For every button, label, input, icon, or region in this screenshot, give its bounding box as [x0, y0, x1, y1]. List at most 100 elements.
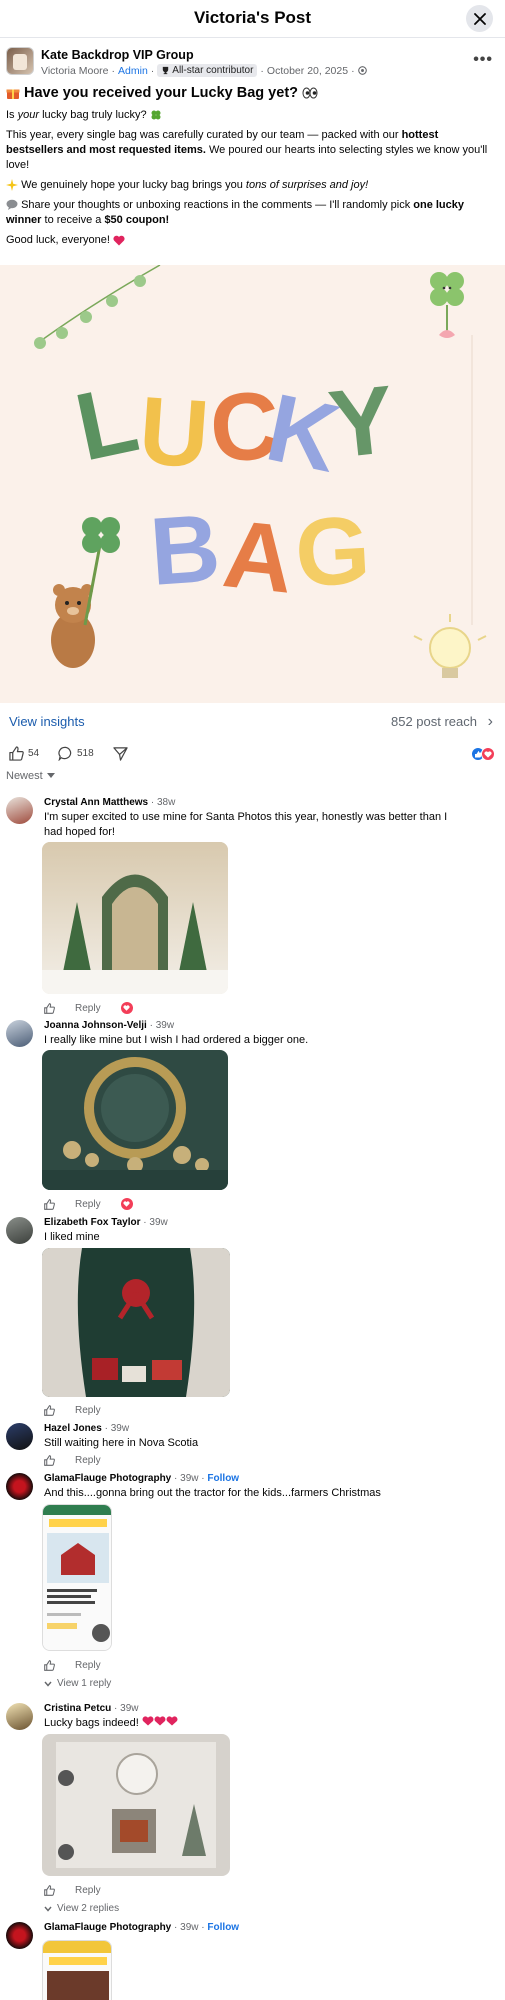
commenter-name[interactable]: GlamaFlauge Photography · 39w · Follow [44, 1922, 239, 1933]
group-name[interactable]: Kate Backdrop VIP Group [41, 48, 194, 62]
like-count: 54 [28, 748, 40, 759]
view-replies-link[interactable]: View 2 replies [44, 1903, 119, 1914]
speech-icon [6, 199, 18, 211]
post-paragraph: We genuinely hope your lucky bag brings … [6, 178, 496, 193]
commenter-name[interactable]: Hazel Jones · 39w [44, 1423, 129, 1434]
commenter-name[interactable]: Cristina Petcu · 39w [44, 1703, 139, 1714]
comment: Crystal Ann Matthews · 38w I'm super exc… [6, 797, 499, 1037]
comment-image[interactable] [42, 1504, 112, 1651]
post-paragraph: This year, every single bag was carefull… [6, 129, 488, 171]
actions-row: 54 518 [0, 744, 505, 766]
reactions-summary[interactable] [471, 747, 495, 761]
heart-icon[interactable] [120, 1002, 133, 1014]
like-icon[interactable] [44, 1405, 55, 1416]
share-button[interactable] [113, 746, 128, 761]
comment-icon [58, 746, 72, 761]
globe-icon [357, 66, 367, 75]
svg-text:G: G [293, 496, 373, 607]
like-icon[interactable] [44, 1885, 55, 1896]
close-button[interactable] [466, 5, 493, 32]
eyes-icon [302, 87, 318, 99]
commenter-name[interactable]: Crystal Ann Matthews · 38w [44, 797, 175, 808]
view-insights-link[interactable]: View insights [9, 714, 85, 729]
svg-text:A: A [218, 500, 298, 614]
post-paragraph: Is your lucky bag truly lucky? [6, 108, 496, 123]
trophy-icon [163, 66, 169, 75]
insights-row: View insights 852 post reach › [0, 711, 505, 733]
chevron-down-icon [44, 1906, 52, 1912]
post-body: Have you received your Lucky Bag yet? Is… [6, 84, 496, 253]
commenter-name[interactable]: Joanna Johnson-Velji · 39w [44, 1020, 174, 1031]
svg-text:U: U [136, 377, 213, 489]
top-bar: Victoria's Post [0, 0, 505, 38]
comment-text: Still waiting here in Nova Scotia [44, 1437, 199, 1449]
comment-text: I liked mine [44, 1231, 100, 1243]
more-icon[interactable]: ••• [473, 51, 493, 69]
gift-icon [6, 89, 20, 99]
comment-image[interactable] [42, 842, 228, 994]
avatar[interactable] [6, 1423, 33, 1450]
svg-text:Y: Y [324, 366, 399, 479]
like-icon[interactable] [44, 1198, 55, 1210]
chevron-down-icon [46, 773, 55, 778]
comment-image[interactable] [42, 1050, 228, 1190]
post-title: Have you received your Lucky Bag yet? [6, 84, 496, 102]
like-icon[interactable] [44, 1660, 55, 1671]
heart-icon [142, 1716, 178, 1726]
comment-count: 518 [77, 748, 94, 759]
heart-icon[interactable] [120, 1198, 133, 1210]
like-icon[interactable] [44, 1455, 55, 1466]
avatar[interactable] [6, 1217, 33, 1244]
group-avatar[interactable] [6, 47, 34, 75]
page-title: Victoria's Post [193, 8, 312, 27]
post-paragraph: Good luck, everyone! [6, 233, 496, 248]
commenter-name[interactable]: Elizabeth Fox Taylor · 39w [44, 1217, 168, 1228]
post-date[interactable]: October 20, 2025 [267, 65, 348, 77]
comment-image[interactable] [42, 1248, 230, 1397]
comment-text: Lucky bags indeed! [44, 1716, 464, 1731]
comment: GlamaFlauge Photography · 39w · Follow [6, 1922, 499, 2000]
comment-actions: Reply [44, 1198, 133, 1210]
post-header: Kate Backdrop VIP Group Victoria Moore ·… [6, 47, 499, 81]
commenter-name[interactable]: GlamaFlauge Photography · 39w · Follow [44, 1473, 239, 1484]
chevron-right-icon[interactable]: › [488, 713, 493, 731]
follow-button[interactable]: Follow [207, 1473, 239, 1484]
reply-button[interactable]: Reply [75, 1199, 101, 1210]
clover-icon [151, 110, 161, 120]
admin-label: Admin [118, 64, 148, 77]
like-icon [9, 746, 24, 761]
author-name[interactable]: Victoria Moore [41, 65, 109, 77]
like-button[interactable]: 54 [9, 746, 39, 761]
comment-sort-dropdown[interactable]: Newest [6, 770, 55, 782]
reply-button[interactable]: Reply [75, 1003, 101, 1014]
avatar[interactable] [6, 1020, 33, 1047]
post-reach[interactable]: 852 post reach [391, 714, 477, 729]
reply-button[interactable]: Reply [75, 1885, 101, 1896]
reply-button[interactable]: Reply [75, 1660, 101, 1671]
avatar[interactable] [6, 1703, 33, 1730]
comment-actions: Reply [44, 1002, 133, 1014]
comment-button[interactable]: 518 [58, 746, 94, 761]
reply-button[interactable]: Reply [75, 1405, 101, 1416]
comment-image[interactable] [42, 1940, 112, 2000]
comment-image[interactable] [42, 1734, 230, 1876]
avatar[interactable] [6, 1922, 33, 1949]
like-icon[interactable] [44, 1002, 55, 1014]
chevron-down-icon [44, 1681, 52, 1687]
avatar[interactable] [6, 797, 33, 824]
reply-button[interactable]: Reply [75, 1455, 101, 1466]
comment-actions: Reply [44, 1455, 101, 1466]
follow-button[interactable]: Follow [207, 1922, 239, 1933]
comment-actions: Reply [44, 1885, 101, 1896]
view-replies-link[interactable]: View 1 reply [44, 1678, 111, 1689]
love-reaction-icon [481, 747, 495, 761]
post-paragraph: Share your thoughts or unboxing reaction… [6, 199, 464, 226]
svg-text:B: B [147, 494, 224, 606]
post-image[interactable]: L U C K Y B A G [0, 265, 505, 703]
avatar[interactable] [6, 1473, 33, 1500]
post-meta: Victoria Moore · Admin · All-star contri… [41, 64, 367, 77]
sparkle-icon [6, 179, 18, 192]
comment-text: And this....gonna bring out the tractor … [44, 1487, 381, 1499]
contributor-badge: All-star contributor [157, 64, 258, 77]
comment: GlamaFlauge Photography · 39w · Follow A… [6, 1473, 499, 1693]
